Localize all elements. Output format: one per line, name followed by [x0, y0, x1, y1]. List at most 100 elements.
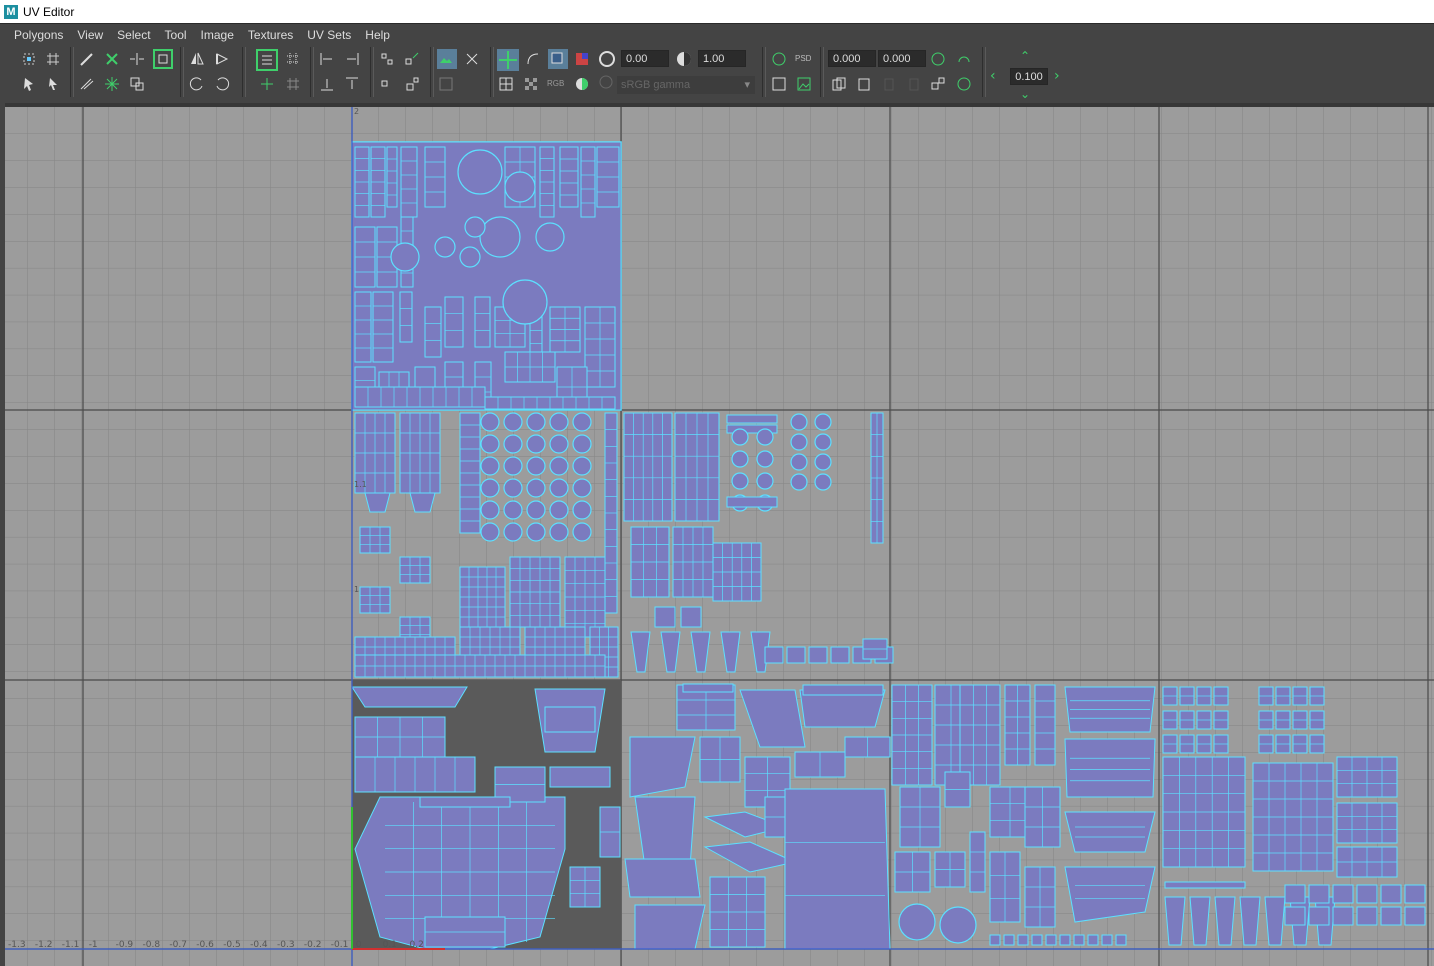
v-coordinate-field[interactable]: 0.000 [878, 50, 926, 67]
copy-uvs-icon[interactable] [830, 75, 848, 93]
uv-shell [634, 796, 696, 868]
menu-tool[interactable]: Tool [158, 28, 194, 42]
color-space-dropdown[interactable]: sRGB gamma ▾ [617, 76, 755, 94]
distortion-shade-icon[interactable] [573, 50, 591, 68]
gamma-icon[interactable] [675, 50, 693, 68]
refresh-icon[interactable] [955, 75, 973, 93]
chevron-right-icon[interactable]: › [1054, 67, 1072, 85]
rotate-cw-icon[interactable] [213, 75, 231, 93]
uv-shell [1003, 934, 1015, 946]
chevron-left-icon[interactable]: ‹ [990, 67, 1008, 85]
flip-u-icon[interactable] [188, 50, 206, 68]
uv-shell [526, 522, 546, 542]
flip-v-icon[interactable] [213, 50, 231, 68]
uv-shell [580, 146, 596, 218]
texel-grid-icon[interactable] [284, 50, 302, 68]
spread-icon[interactable] [403, 50, 421, 68]
unfold-tool-icon[interactable] [153, 49, 173, 69]
uv-shell [549, 412, 569, 432]
cut-tool-icon[interactable] [78, 50, 96, 68]
image-icon[interactable] [795, 75, 813, 93]
grid-snap-icon[interactable] [284, 75, 302, 93]
smear-tool-icon[interactable] [78, 75, 96, 93]
uv-shell [480, 522, 500, 542]
layout-icon[interactable] [128, 75, 146, 93]
maya-logo-icon: M [4, 4, 18, 19]
menu-polygons[interactable]: Polygons [7, 28, 70, 42]
gather-icon[interactable] [378, 50, 396, 68]
snapshot-icon[interactable] [770, 75, 788, 93]
u-coordinate-field[interactable]: 0.000 [828, 50, 876, 67]
uv-shell [731, 472, 749, 490]
menu-help[interactable]: Help [358, 28, 397, 42]
stack-icon[interactable] [378, 75, 396, 93]
shaded-uv-icon[interactable] [548, 49, 568, 69]
display-image-icon[interactable] [437, 49, 457, 69]
uv-shell [790, 413, 808, 431]
cycle-uvs-icon[interactable] [929, 75, 947, 93]
exposure-field[interactable]: 0.00 [621, 50, 669, 67]
uv-shell [503, 412, 523, 432]
paste-uvs-icon[interactable] [855, 75, 873, 93]
chevron-up-icon[interactable]: ⌃ [1020, 47, 1038, 65]
uv-shell [549, 522, 569, 542]
uv-shell [786, 646, 806, 664]
image-filter-icon[interactable] [437, 75, 455, 93]
shell-border-icon[interactable] [256, 49, 278, 71]
uv-shell [814, 473, 832, 491]
color-management-icon[interactable] [597, 73, 615, 91]
snowflake-icon[interactable] [103, 75, 121, 93]
uv-shell [503, 478, 523, 498]
uv-shell [480, 500, 500, 520]
uv-viewport[interactable]: -1.3 -1.2 -1.1 -1 -0.9 -0.8 -0.7 -0.6 -0.5 -0.4 -0… [5, 107, 1434, 966]
checkerboard-icon[interactable] [522, 75, 540, 93]
alpha-channel-icon[interactable] [573, 75, 591, 93]
select-arrow-icon[interactable] [20, 75, 38, 93]
select-arrow-alt-icon[interactable] [44, 75, 62, 93]
uv-shell [572, 412, 592, 432]
menu-view[interactable]: View [70, 28, 110, 42]
rotate-ccw-icon[interactable] [188, 75, 206, 93]
gamma-field[interactable]: 1.00 [698, 50, 746, 67]
split-tool-icon[interactable] [128, 50, 146, 68]
grid-select-icon[interactable] [44, 50, 62, 68]
u-axis-label: -0.6 [196, 940, 214, 950]
distort-icon[interactable] [258, 75, 276, 93]
paste-v-icon[interactable] [905, 75, 923, 93]
align-left-icon[interactable] [318, 50, 336, 68]
relative-transform-icon[interactable] [955, 50, 973, 68]
psd-icon[interactable]: PSD [795, 50, 813, 68]
curve-icon[interactable] [524, 50, 542, 68]
chevron-down-icon[interactable]: ⌄ [1020, 87, 1038, 105]
step-value-field[interactable]: 0.100 [1010, 68, 1048, 85]
aperture-icon[interactable] [598, 50, 616, 68]
uv-shell [464, 216, 486, 238]
uv-canvas[interactable]: -1.3 -1.2 -1.1 -1 -0.9 -0.8 -0.7 -0.6 -0.5 -0.4 -0… [5, 107, 1434, 966]
paste-u-icon[interactable] [880, 75, 898, 93]
wireframe-icon[interactable] [497, 75, 515, 93]
menu-select[interactable]: Select [110, 28, 157, 42]
grid-display-icon[interactable] [497, 49, 519, 71]
checker-toggle-icon[interactable] [463, 50, 481, 68]
sew-tool-icon[interactable] [103, 50, 121, 68]
menu-image[interactable]: Image [194, 28, 241, 42]
uv-shell [1164, 881, 1246, 889]
sync-icon[interactable] [770, 50, 788, 68]
rgb-channel-icon[interactable]: RGB [547, 75, 565, 93]
uv-shell [939, 906, 977, 944]
uv-shell [1031, 934, 1043, 946]
align-right-icon[interactable] [343, 50, 361, 68]
menu-uv-sets[interactable]: UV Sets [300, 28, 358, 42]
unstack-icon[interactable] [403, 75, 421, 93]
uv-shell [756, 472, 774, 490]
align-bottom-icon[interactable] [318, 75, 336, 93]
uv-shell [1308, 906, 1330, 926]
uv-shell [351, 686, 468, 708]
align-top-icon[interactable] [343, 75, 361, 93]
uv-shell-select-icon[interactable] [20, 50, 38, 68]
uv-shell [457, 149, 503, 195]
menu-textures[interactable]: Textures [241, 28, 300, 42]
uv-shell [1164, 896, 1186, 946]
uv-shell [419, 796, 511, 808]
absolute-transform-icon[interactable] [929, 50, 947, 68]
